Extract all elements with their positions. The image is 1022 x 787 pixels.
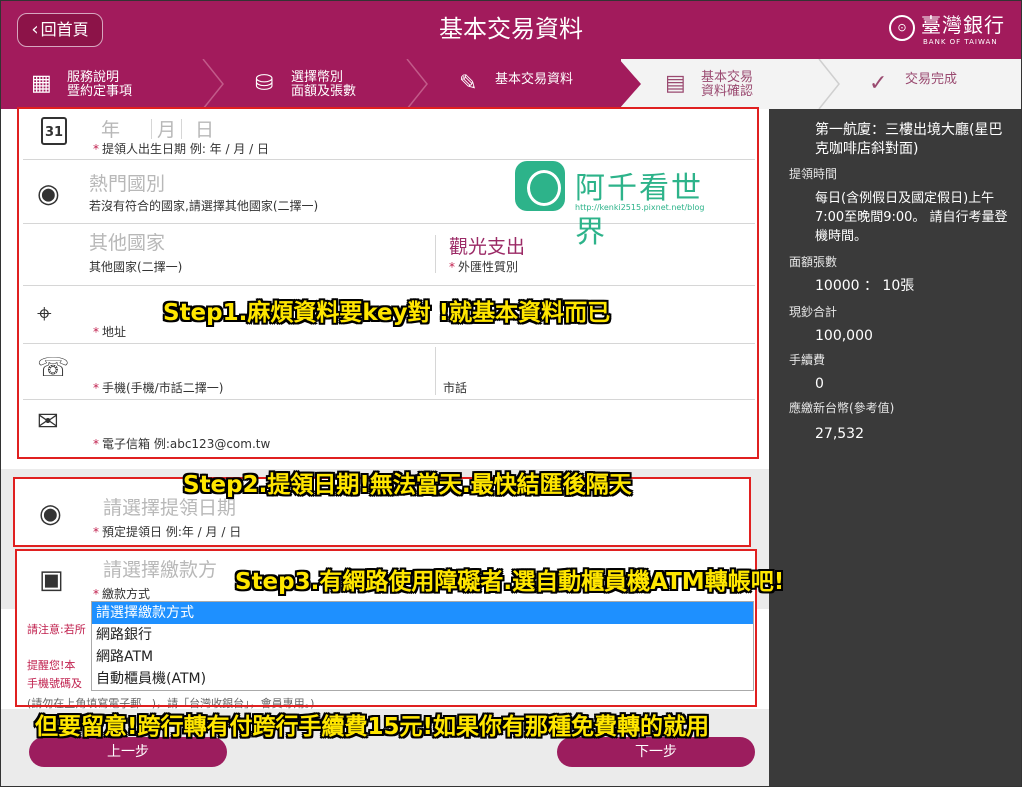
- progress-steps: ▦ 服務說明 暨約定事項 ⛁ 選擇幣別 面額及張數 ✎ 基本交易資料 ▤ 基本交易資…: [1, 59, 1021, 109]
- highlight-box-personal: [17, 107, 759, 459]
- ntd-label: 應繳新台幣(參考值): [789, 401, 895, 415]
- chevron-left-icon: ‹: [31, 19, 39, 40]
- step-confirm: ▤ 基本交易 資料確認: [665, 59, 815, 109]
- step-complete: ✓ 交易完成: [869, 59, 1009, 109]
- pickup-time-label: 提領時間: [789, 167, 838, 181]
- step-line1: 選擇幣別: [291, 70, 344, 85]
- fee-label: 手續費: [789, 353, 826, 367]
- pickup-time-value: 每日(含例假日及國定假日)上午7:00至晚間9:00。 請自行考量登機時間。: [815, 191, 1008, 244]
- edit-form-icon: ✎: [459, 71, 478, 96]
- step-arrow-icon: [406, 59, 428, 109]
- next-step-button[interactable]: 下一步: [557, 737, 755, 767]
- step-currency: ⛁ 選擇幣別 面額及張數: [255, 59, 405, 109]
- step-line2: 暨約定事項: [67, 84, 133, 99]
- step-line2: 面額及張數: [291, 84, 357, 99]
- prev-step-button[interactable]: 上一步: [29, 737, 227, 767]
- cash-total-value: 100,000: [815, 328, 873, 344]
- step-line1: 基本交易: [701, 70, 754, 85]
- bank-logo: ⊙ 臺灣銀行 BANK OF TAIWAN: [889, 13, 1014, 49]
- step-arrow-icon: [202, 59, 224, 109]
- back-home-button[interactable]: ‹ 回首頁: [17, 13, 103, 47]
- step-line1: 服務說明: [67, 70, 120, 85]
- step-line1: 基本交易資料: [495, 72, 574, 87]
- step-arrow-icon: [619, 59, 641, 109]
- bank-name: 臺灣銀行: [921, 13, 1005, 37]
- step-service-terms: ▦ 服務說明 暨約定事項: [31, 59, 201, 109]
- ntd-value: 27,532: [815, 426, 864, 442]
- check-circle-icon: ✓: [869, 71, 888, 96]
- step-arrow-icon: [818, 59, 840, 109]
- pickup-location: 第一航廈：三樓出境大廳(星巴克咖啡店斜對面): [815, 122, 1003, 157]
- denomination-value: 10000 ： 10張: [815, 278, 915, 294]
- page-frame: ‹ 回首頁 基本交易資料 ⊙ 臺灣銀行 BANK OF TAIWAN ▦ 服務說明…: [0, 0, 1022, 787]
- page-title: 基本交易資料: [439, 15, 583, 43]
- bank-name-en: BANK OF TAIWAN: [923, 38, 998, 46]
- cash-total-label: 現鈔合計: [789, 305, 838, 319]
- step-basic-info: ✎ 基本交易資料: [459, 59, 619, 109]
- order-summary-sidebar: 第一航廈：三樓出境大廳(星巴克咖啡店斜對面) 提領時間 每日(含例假日及國定假日…: [769, 109, 1021, 786]
- denomination-label: 面額張數: [789, 255, 838, 269]
- annotation-step1: Step1.麻煩資料要key對 !就基本資料而已: [163, 300, 611, 326]
- step-line1: 交易完成: [905, 72, 958, 87]
- fee-value: 0: [815, 376, 824, 392]
- annotation-step2: Step2.提領日期!無法當天.最快結匯後隔天: [183, 472, 632, 498]
- grid-icon: ▦: [31, 71, 52, 96]
- coins-icon: ⛁: [255, 71, 274, 96]
- app-header: ‹ 回首頁 基本交易資料 ⊙ 臺灣銀行 BANK OF TAIWAN: [1, 1, 1021, 59]
- annotation-step3: Step3.有網路使用障礙者.選自動櫃員機ATM轉帳吧!: [235, 569, 785, 595]
- document-icon: ▤: [665, 71, 686, 96]
- annotation-bottom: 但要留意!跨行轉有付跨行手續費15元!如果你有那種免費轉的就用: [35, 714, 709, 740]
- step-line2: 資料確認: [701, 84, 754, 99]
- back-home-label: 回首頁: [40, 20, 89, 39]
- bank-seal-icon: ⊙: [889, 15, 915, 41]
